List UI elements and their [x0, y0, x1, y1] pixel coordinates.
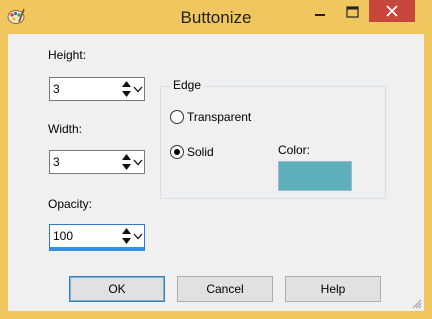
chevron-down-icon[interactable] — [132, 79, 144, 99]
height-spinbox[interactable]: 3 — [49, 77, 145, 101]
spin-down-icon[interactable] — [121, 89, 132, 99]
transparent-label[interactable]: Transparent — [187, 110, 251, 124]
close-icon — [386, 5, 398, 17]
width-label: Width: — [48, 122, 83, 136]
color-label: Color: — [278, 143, 311, 157]
edge-group-title: Edge — [170, 78, 205, 92]
resize-grip-icon[interactable] — [412, 299, 422, 309]
ok-label: OK — [108, 282, 126, 296]
chevron-down-icon[interactable] — [132, 226, 144, 246]
color-swatch[interactable] — [278, 161, 352, 191]
minimize-button[interactable] — [306, 1, 334, 22]
height-value[interactable]: 3 — [53, 82, 60, 96]
window-title: Buttonize — [180, 8, 252, 27]
opacity-label: Opacity: — [48, 197, 93, 211]
cancel-label: Cancel — [206, 282, 244, 296]
opacity-spinbox[interactable]: 100 — [49, 224, 145, 251]
transparent-radio[interactable] — [170, 110, 184, 124]
height-label: Height: — [48, 48, 87, 62]
maximize-button[interactable] — [338, 1, 366, 22]
spin-down-icon[interactable] — [121, 236, 132, 246]
solid-radio[interactable] — [170, 145, 184, 159]
maximize-icon — [345, 5, 359, 18]
cancel-button[interactable]: Cancel — [177, 276, 273, 302]
title-bar[interactable]: Buttonize — [0, 0, 432, 34]
width-spinbox[interactable]: 3 — [49, 150, 145, 174]
dialog-body: Height: 3 Width: 3 Opacity: 100 Edge Tra… — [8, 34, 424, 311]
edge-groupbox — [160, 86, 386, 199]
help-button[interactable]: Help — [285, 276, 381, 302]
solid-label[interactable]: Solid — [187, 145, 214, 159]
opacity-value[interactable]: 100 — [53, 229, 73, 243]
chevron-down-icon[interactable] — [132, 152, 144, 172]
spin-down-icon[interactable] — [121, 162, 132, 172]
help-label: Help — [320, 282, 346, 296]
dialog-window: Buttonize Height: 3 Width: 3 Opacity: 10… — [0, 0, 432, 319]
spin-up-icon[interactable] — [121, 152, 132, 162]
spin-up-icon[interactable] — [121, 79, 132, 89]
spin-up-icon[interactable] — [121, 226, 132, 236]
width-value[interactable]: 3 — [53, 155, 60, 169]
minimize-icon — [315, 13, 325, 16]
close-button[interactable] — [369, 0, 415, 22]
ok-button[interactable]: OK — [69, 276, 165, 302]
